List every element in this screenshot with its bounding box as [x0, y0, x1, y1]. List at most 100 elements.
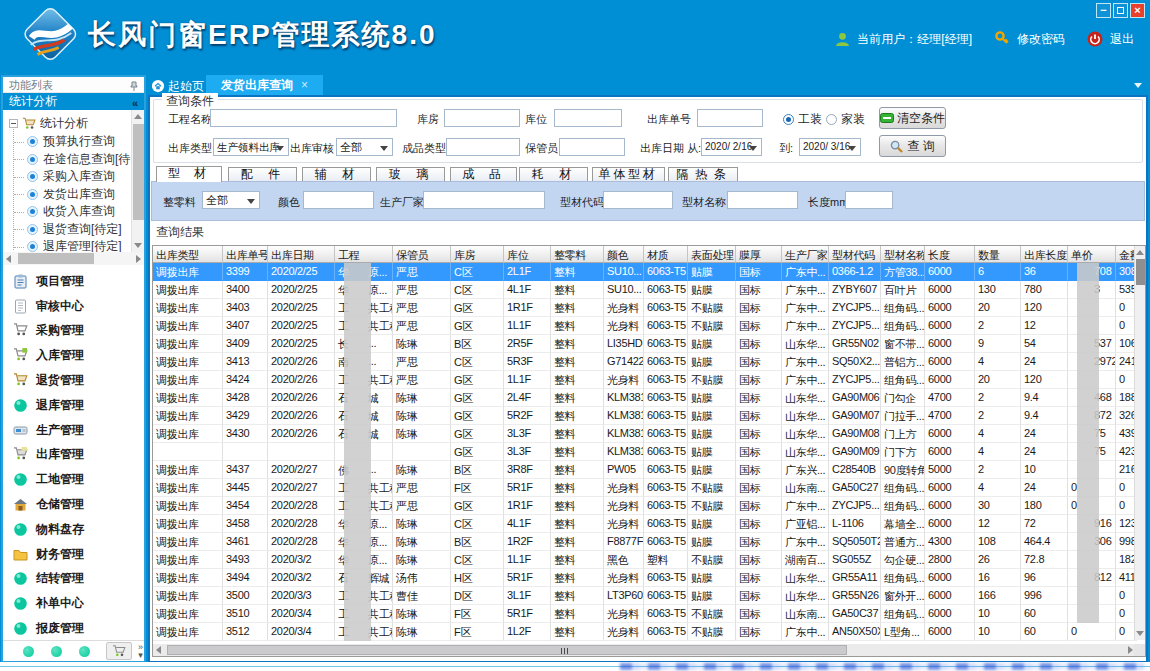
- material-tab[interactable]: 配件: [228, 167, 297, 181]
- green-dot-icon[interactable]: [51, 646, 62, 657]
- table-row[interactable]: 调拨出库34302020/2/26石城陈琳G区3L3F整料KLM38176063…: [153, 425, 1137, 443]
- sidebar-section-财务管理[interactable]: 财务管理: [3, 542, 144, 567]
- material-tab[interactable]: 耗材: [519, 167, 588, 181]
- column-header[interactable]: 整零料: [551, 246, 604, 263]
- tree-vertical-scrollbar[interactable]: [131, 110, 144, 252]
- column-header[interactable]: 保管员: [393, 246, 451, 263]
- column-header[interactable]: 材质: [644, 246, 688, 263]
- table-row[interactable]: G区3L3F整料KLM38176063-T5贴膜国标山东华...GA90M09.…: [153, 443, 1137, 461]
- sidebar-section-项目管理[interactable]: 项目管理: [3, 269, 144, 294]
- table-row[interactable]: 调拨出库34292020/2/26石城陈琳G区5R2F整料KLM38176063…: [153, 407, 1137, 425]
- table-row[interactable]: 调拨出库34542020/2/28工共工程严思G区1R1F整料光身料6063-T…: [153, 497, 1137, 515]
- tree-item[interactable]: 采购入库查询: [27, 169, 115, 185]
- sidebar-section-工地管理[interactable]: 工地管理: [3, 467, 144, 492]
- table-row[interactable]: 调拨出库34092020/2/25长...陈琳B区2R5F整料LI35HD606…: [153, 335, 1137, 353]
- column-header[interactable]: 膜厚: [736, 246, 782, 263]
- table-row[interactable]: 调拨出库34942020/3/2石辉城汤伟H区5R1F整料光身料6063-T5贴…: [153, 569, 1137, 587]
- out-type-combo[interactable]: 生产领料出库: [213, 138, 289, 156]
- keeper-input[interactable]: [559, 138, 625, 156]
- close-button[interactable]: ×: [1130, 3, 1145, 18]
- tree-horizontal-scrollbar[interactable]: [3, 252, 144, 265]
- tab-close-icon[interactable]: ×: [301, 78, 308, 92]
- sidebar-section-仓储管理[interactable]: 仓储管理: [3, 492, 144, 517]
- change-password-link[interactable]: 修改密码: [1017, 31, 1065, 48]
- table-row[interactable]: 调拨出库34452020/2/27工共工程严思F区5R1F整料光身料6063-T…: [153, 479, 1137, 497]
- column-header[interactable]: 出库日期: [268, 246, 335, 263]
- column-header[interactable]: 单价: [1068, 246, 1116, 263]
- sidebar-group-header[interactable]: 统计分析«: [3, 93, 144, 110]
- tab-dropdown-icon[interactable]: [1134, 83, 1142, 88]
- tree-root[interactable]: 统计分析: [9, 115, 88, 131]
- table-row[interactable]: 调拨出库34582020/2/28华原...陈琳C区4L1F整料光身料6063-…: [153, 515, 1137, 533]
- radio-industrial[interactable]: 工装: [783, 111, 822, 128]
- cart-button[interactable]: [106, 642, 132, 660]
- table-row[interactable]: 调拨出库34612020/2/28华原...陈琳B区1R2F整料F8877FT6…: [153, 533, 1137, 551]
- column-header[interactable]: 表面处理: [688, 246, 736, 263]
- column-header[interactable]: 工程: [335, 246, 393, 263]
- column-header[interactable]: 型材名称: [881, 246, 925, 263]
- sidebar-section-报废管理[interactable]: 报废管理: [3, 616, 144, 641]
- material-tab[interactable]: 型材: [156, 166, 222, 182]
- tree-item[interactable]: 发货出库查询: [27, 186, 115, 202]
- material-tab[interactable]: 单体型材: [592, 167, 665, 181]
- green-dot-icon[interactable]: [23, 646, 34, 657]
- table-row[interactable]: 调拨出库35102020/3/4工共工程陈琳F区5R1F整料光身料6063-T5…: [153, 605, 1137, 623]
- sidebar-section-结转管理[interactable]: 结转管理: [3, 567, 144, 592]
- column-header[interactable]: 出库单号: [223, 246, 268, 263]
- table-row[interactable]: 调拨出库34002020/2/25华原...严思C区4L1F整料SU10...6…: [153, 281, 1137, 299]
- color-input[interactable]: [303, 191, 374, 209]
- order-no-input[interactable]: [697, 109, 763, 127]
- audit-combo[interactable]: 全部: [336, 138, 393, 156]
- tree-item[interactable]: 收货入库查询: [27, 204, 115, 220]
- radio-home[interactable]: 家装: [826, 111, 865, 128]
- column-header[interactable]: 生产厂家: [782, 246, 829, 263]
- material-tab[interactable]: 玻璃: [376, 167, 445, 181]
- sidebar-section-补单中心[interactable]: 补单中心: [3, 591, 144, 616]
- logout-link[interactable]: 退出: [1110, 31, 1134, 48]
- expander-icon[interactable]: [9, 119, 18, 128]
- overflow-chevron-icon[interactable]: »▾: [138, 643, 143, 659]
- whole-combo[interactable]: 全部: [202, 191, 260, 209]
- column-header[interactable]: 数量: [975, 246, 1021, 263]
- sidebar-section-生产管理[interactable]: 生产管理: [3, 418, 144, 443]
- date-from-combo[interactable]: 2020/ 2/16: [701, 138, 762, 156]
- column-header[interactable]: 库房: [451, 246, 504, 263]
- table-row[interactable]: 调拨出库34932020/3/2华原...陈琳C区1L1F整料黑色塑料不贴膜国标…: [153, 551, 1137, 569]
- name-input[interactable]: [727, 191, 798, 209]
- clear-button[interactable]: 清空条件: [879, 107, 946, 129]
- table-row[interactable]: 调拨出库34032020/2/25工共工程严思G区1R1F整料光身料6063-T…: [153, 299, 1137, 317]
- material-tab[interactable]: 辅材: [302, 167, 371, 181]
- location-input[interactable]: [554, 109, 622, 127]
- sidebar-section-入库管理[interactable]: 入库管理: [3, 343, 144, 368]
- code-input[interactable]: [603, 191, 673, 209]
- column-header[interactable]: 出库长度: [1021, 246, 1068, 263]
- project-name-input[interactable]: [210, 109, 397, 127]
- column-header[interactable]: 库位: [504, 246, 551, 263]
- sidebar-section-退库管理[interactable]: 退库管理: [3, 393, 144, 418]
- maker-input[interactable]: [423, 191, 545, 209]
- tree-item[interactable]: 退货查询[待定]: [27, 221, 122, 237]
- tree-item[interactable]: 预算执行查询: [27, 134, 115, 150]
- minimize-button[interactable]: −: [1096, 3, 1111, 18]
- table-row[interactable]: 调拨出库34072020/2/25工共工程严思G区1L1F整料光身料6063-T…: [153, 317, 1137, 335]
- tree-item[interactable]: 退库管理[待定]: [27, 239, 122, 253]
- product-type-input[interactable]: [446, 138, 520, 156]
- date-to-combo[interactable]: 2020/ 3/16: [799, 138, 861, 156]
- table-row[interactable]: 调拨出库33992020/2/25华原...严思C区2L1F整料SU10...6…: [153, 263, 1137, 281]
- table-row[interactable]: 调拨出库34372020/2/27佛...陈琳B区3R8F整料PW056063-…: [153, 461, 1137, 479]
- material-tab[interactable]: 隔热条: [668, 167, 738, 181]
- grid-horizontal-scrollbar[interactable]: [153, 644, 1136, 656]
- table-row[interactable]: 调拨出库34282020/2/26石城陈琳G区2L4F整料KLM38176063…: [153, 389, 1137, 407]
- sidebar-section-出库管理[interactable]: 出库管理: [3, 443, 144, 468]
- material-tab[interactable]: 成品: [450, 167, 517, 181]
- sidebar-section-采购管理[interactable]: 采购管理: [3, 319, 144, 344]
- column-header[interactable]: 颜色: [604, 246, 644, 263]
- column-header[interactable]: 型材代码: [829, 246, 881, 263]
- column-header[interactable]: 出库类型: [153, 246, 223, 263]
- tree-item[interactable]: 在途信息查询[待: [27, 151, 130, 167]
- sidebar-section-物料盘存[interactable]: 物料盘存: [3, 517, 144, 542]
- sidebar-section-审核中心[interactable]: 审核中心: [3, 294, 144, 319]
- sidebar-section-退货管理[interactable]: 退货管理: [3, 368, 144, 393]
- table-row[interactable]: 调拨出库34242020/2/26工共工程严思G区1L1F整料光身料6063-T…: [153, 371, 1137, 389]
- length-input[interactable]: [845, 191, 893, 209]
